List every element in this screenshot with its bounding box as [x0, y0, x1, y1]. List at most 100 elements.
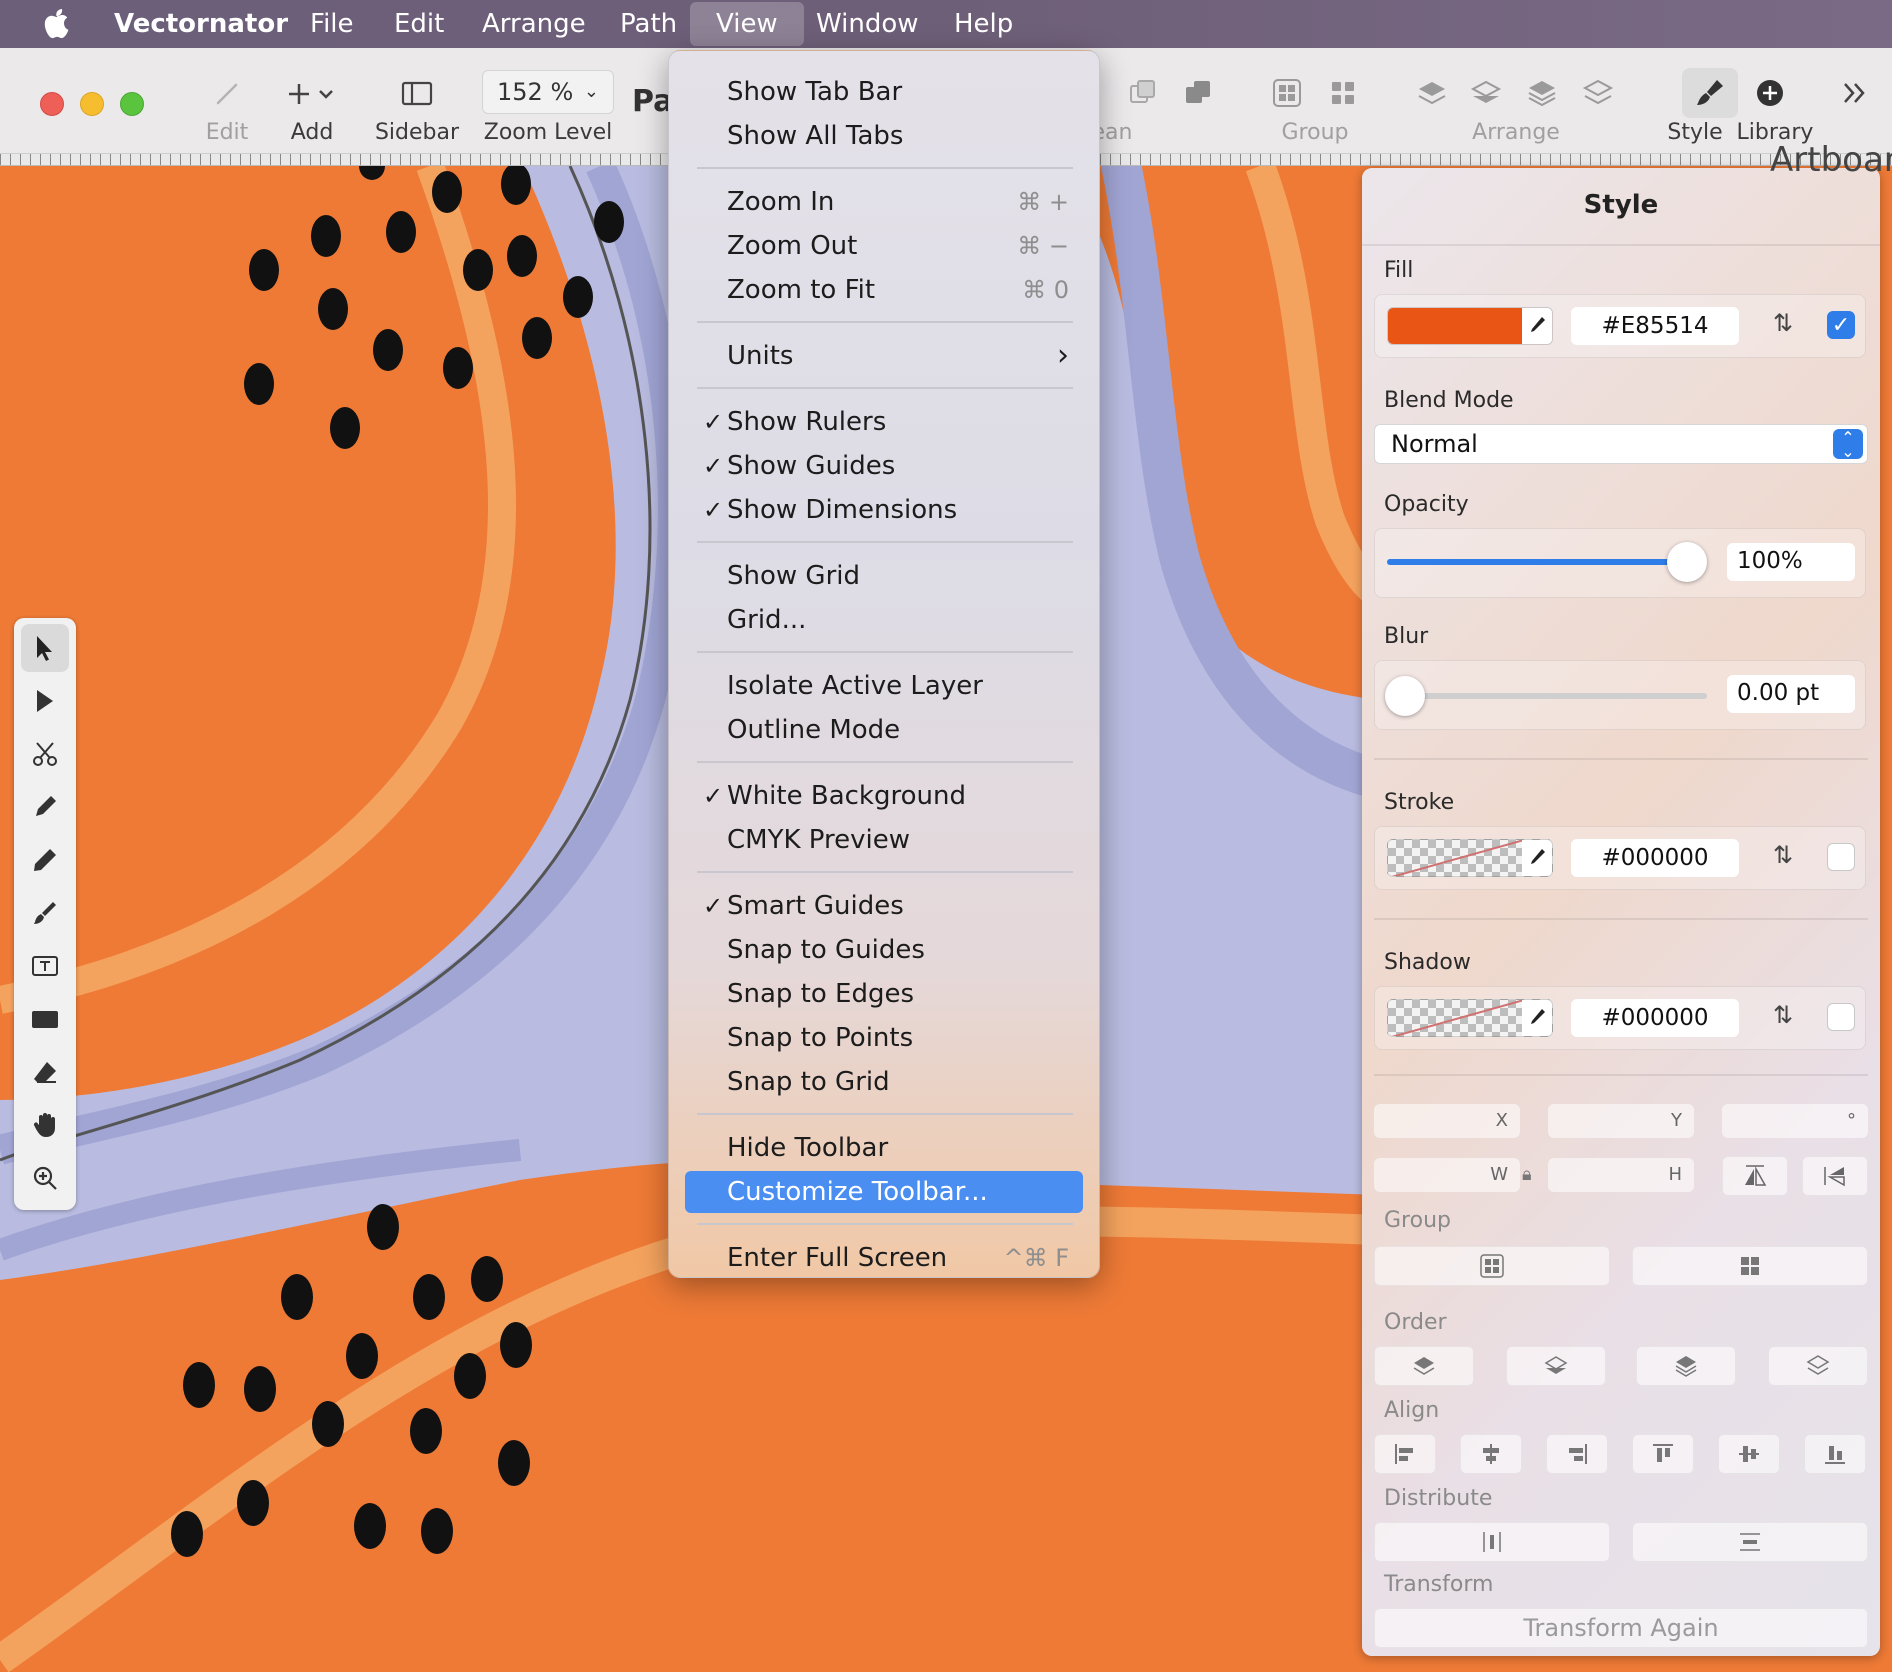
height-field[interactable]: H — [1548, 1158, 1694, 1192]
menu-item-show-tab-bar[interactable]: Show Tab Bar — [685, 71, 1083, 113]
align-center-v-button[interactable] — [1718, 1434, 1780, 1474]
transform-again-button[interactable]: Transform Again — [1374, 1608, 1868, 1648]
zoom-tool[interactable] — [21, 1154, 69, 1202]
align-right-button[interactable] — [1546, 1434, 1608, 1474]
width-field[interactable]: W — [1374, 1158, 1520, 1192]
order-back-button[interactable] — [1768, 1346, 1868, 1386]
boolean-exclude-icon[interactable] — [1181, 76, 1215, 110]
order-front-button[interactable] — [1374, 1346, 1474, 1386]
eyedropper-icon[interactable] — [1522, 840, 1552, 876]
boolean-intersect-icon[interactable] — [1125, 76, 1159, 110]
style-tab-button[interactable] — [1682, 68, 1738, 118]
blur-slider-track[interactable] — [1385, 676, 1707, 716]
shadow-color-swatch[interactable] — [1387, 999, 1553, 1037]
menu-item-snap-to-guides[interactable]: Snap to Guides — [685, 929, 1083, 971]
menu-path[interactable]: Path — [620, 0, 677, 48]
menu-item-show-grid[interactable]: Show Grid — [685, 555, 1083, 597]
bring-to-front-icon[interactable] — [1415, 76, 1449, 110]
fill-color-swatch[interactable] — [1387, 307, 1553, 345]
swap-gradient-icon[interactable]: ⇅ — [1773, 1001, 1793, 1029]
menu-item-customize-toolbar[interactable]: Customize Toolbar... — [685, 1171, 1083, 1213]
menu-item-cmyk-preview[interactable]: CMYK Preview — [685, 819, 1083, 861]
shape-tool[interactable] — [21, 995, 69, 1043]
menu-item-snap-to-grid[interactable]: Snap to Grid — [685, 1061, 1083, 1103]
menu-item-isolate-active-layer[interactable]: Isolate Active Layer — [685, 665, 1083, 707]
fill-hex-field[interactable]: #E85514 — [1571, 307, 1739, 345]
menu-view[interactable]: View — [690, 2, 804, 46]
menu-item-grid[interactable]: Grid... — [685, 599, 1083, 641]
menu-item-snap-to-edges[interactable]: Snap to Edges — [685, 973, 1083, 1015]
stroke-hex-field[interactable]: #000000 — [1571, 839, 1739, 877]
menu-item-hide-toolbar[interactable]: Hide Toolbar — [685, 1127, 1083, 1169]
scissors-tool[interactable] — [21, 730, 69, 778]
ungroup-button[interactable] — [1632, 1246, 1868, 1286]
menu-arrange[interactable]: Arrange — [482, 0, 586, 48]
eyedropper-icon[interactable] — [1522, 1000, 1552, 1036]
x-field[interactable]: X — [1374, 1104, 1520, 1138]
menu-item-show-dimensions[interactable]: ✓ Show Dimensions — [685, 489, 1083, 531]
blur-slider-knob[interactable] — [1385, 676, 1425, 716]
eraser-tool[interactable] — [21, 1048, 69, 1096]
pen-tool[interactable] — [21, 783, 69, 831]
menu-item-snap-to-points[interactable]: Snap to Points — [685, 1017, 1083, 1059]
selection-tool[interactable] — [21, 624, 69, 672]
send-backward-icon[interactable] — [1525, 76, 1559, 110]
node-tool[interactable] — [21, 677, 69, 725]
menu-item-show-guides[interactable]: ✓ Show Guides — [685, 445, 1083, 487]
zoom-level-dropdown[interactable]: 152 % ⌄ — [482, 70, 614, 114]
menu-item-white-background[interactable]: ✓ White Background — [685, 775, 1083, 817]
app-name[interactable]: Vectornator — [114, 0, 288, 48]
shadow-hex-field[interactable]: #000000 — [1571, 999, 1739, 1037]
zoom-window-button[interactable] — [120, 92, 144, 116]
menu-item-units[interactable]: Units › — [685, 335, 1083, 377]
menu-item-outline-mode[interactable]: Outline Mode — [685, 709, 1083, 751]
swap-gradient-icon[interactable]: ⇅ — [1773, 841, 1793, 869]
menu-item-smart-guides[interactable]: ✓ Smart Guides — [685, 885, 1083, 927]
pencil-tool[interactable] — [21, 836, 69, 884]
menu-file[interactable]: File — [310, 0, 354, 48]
menu-item-show-rulers[interactable]: ✓ Show Rulers — [685, 401, 1083, 443]
menu-item-zoom-to-fit[interactable]: Zoom to Fit ⌘ 0 — [685, 269, 1083, 311]
group-button[interactable] — [1374, 1246, 1610, 1286]
menu-item-zoom-out[interactable]: Zoom Out ⌘ − — [685, 225, 1083, 267]
y-field[interactable]: Y — [1548, 1104, 1694, 1138]
align-top-button[interactable] — [1632, 1434, 1694, 1474]
pencil-icon[interactable] — [210, 76, 244, 110]
add-icon[interactable] — [282, 76, 342, 110]
align-center-h-button[interactable] — [1460, 1434, 1522, 1474]
opacity-slider-knob[interactable] — [1667, 542, 1707, 582]
align-bottom-button[interactable] — [1804, 1434, 1866, 1474]
bring-forward-icon[interactable] — [1469, 76, 1503, 110]
blend-mode-select[interactable]: Normal ⌃ ⌄ — [1374, 424, 1868, 464]
swap-gradient-icon[interactable]: ⇅ — [1773, 309, 1793, 337]
sidebar-icon[interactable] — [400, 76, 434, 110]
lock-proportions-icon[interactable]: 🔒︎ — [1522, 1164, 1532, 1185]
menu-item-show-all-tabs[interactable]: Show All Tabs — [685, 115, 1083, 157]
menu-help[interactable]: Help — [954, 0, 1013, 48]
ungroup-icon[interactable] — [1326, 76, 1360, 110]
text-tool[interactable] — [21, 942, 69, 990]
fill-enabled-checkbox[interactable]: ✓ — [1827, 311, 1855, 339]
close-window-button[interactable] — [40, 92, 64, 116]
menu-window[interactable]: Window — [816, 0, 919, 48]
opacity-value-field[interactable]: 100% — [1727, 543, 1855, 581]
order-backward-button[interactable] — [1636, 1346, 1736, 1386]
overflow-chevron-icon[interactable] — [1837, 76, 1871, 110]
flip-vertical-button[interactable] — [1802, 1156, 1868, 1196]
brush-tool[interactable] — [21, 889, 69, 937]
rotation-field[interactable]: ° — [1722, 1104, 1868, 1138]
opacity-slider-track[interactable] — [1387, 542, 1707, 582]
hand-tool[interactable] — [21, 1101, 69, 1149]
distribute-horizontal-button[interactable] — [1374, 1522, 1610, 1562]
distribute-vertical-button[interactable] — [1632, 1522, 1868, 1562]
align-left-button[interactable] — [1374, 1434, 1436, 1474]
flip-horizontal-button[interactable] — [1722, 1156, 1788, 1196]
shadow-enabled-checkbox[interactable] — [1827, 1003, 1855, 1031]
library-icon[interactable] — [1753, 76, 1787, 110]
stroke-color-swatch[interactable] — [1387, 839, 1553, 877]
menu-item-enter-full-screen[interactable]: Enter Full Screen ^⌘ F — [685, 1237, 1083, 1279]
group-icon[interactable] — [1270, 76, 1304, 110]
stroke-enabled-checkbox[interactable] — [1827, 843, 1855, 871]
menu-item-zoom-in[interactable]: Zoom In ⌘ + — [685, 181, 1083, 223]
blur-value-field[interactable]: 0.00 pt — [1727, 675, 1855, 713]
